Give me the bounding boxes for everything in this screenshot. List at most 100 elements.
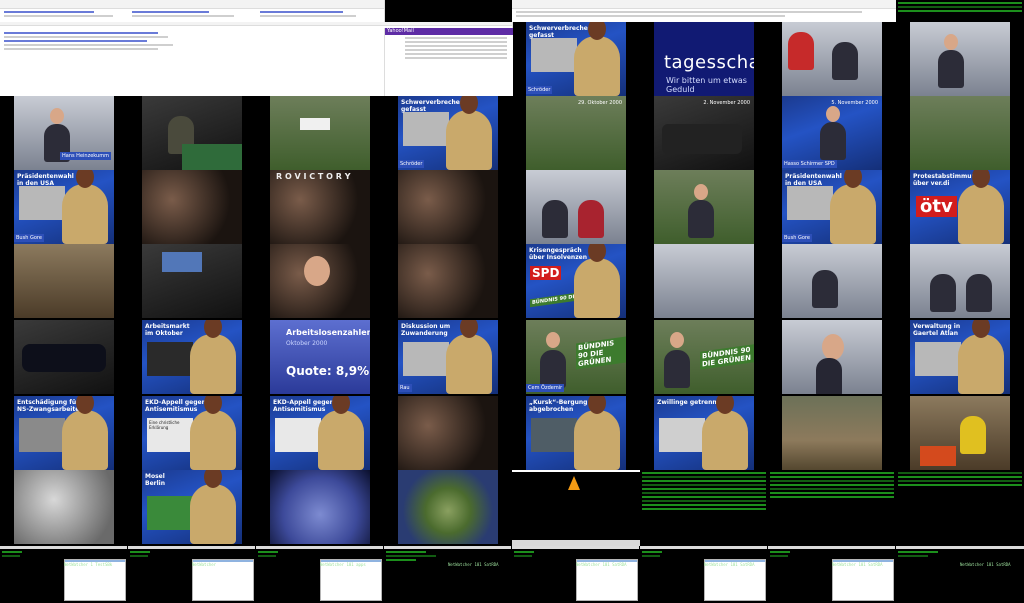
vlc-titlebar[interactable]	[512, 470, 640, 472]
video-frame-r2c3[interactable]	[270, 96, 370, 170]
video-frame-r2c5[interactable]: 29. Oktober 2000	[526, 96, 626, 170]
head	[822, 334, 844, 360]
terminal-window-c[interactable]	[896, 470, 1024, 546]
video-frame-r3c4[interactable]	[398, 170, 498, 244]
news-anchor	[958, 320, 1004, 394]
panel-title: NetWatcher 101 SatRDA	[448, 562, 499, 567]
browser-tab-row[interactable]	[0, 0, 128, 9]
video-frame-r7c2[interactable]: Mosel Berlin	[142, 470, 242, 544]
video-frame-r6c9[interactable]	[910, 396, 1010, 470]
tagesschau-logo: tagesschau	[664, 52, 754, 73]
police-car	[182, 144, 242, 170]
terminal-top-right[interactable]	[896, 0, 1024, 22]
desktop-thumbnail-4[interactable]: NetWatcher 101 SatRDA	[384, 546, 511, 603]
inset-photo	[403, 342, 449, 376]
person	[832, 42, 858, 80]
video-frame-r1c5[interactable]: tagesschau Wir bitten um etwas Geduld	[654, 22, 754, 96]
video-frame-r5c1[interactable]	[14, 320, 114, 394]
video-frame-r6c1[interactable]: Entschädigung für NS-Zwangsarbeiter	[14, 396, 114, 470]
yahoo-mail-panel[interactable]: Yahoo!Mail	[384, 28, 513, 96]
video-frame-r2c2[interactable]	[142, 96, 242, 170]
browser-tab-row[interactable]	[256, 0, 384, 9]
video-frame-r3c2[interactable]	[142, 170, 242, 244]
video-frame-r5c9[interactable]: Verwaltung in Gaertel Atlan	[910, 320, 1010, 394]
terminal-window-a[interactable]	[640, 470, 768, 546]
video-frame-r3c8[interactable]: Präsidentenwahl in den USA Bush Gore	[782, 170, 882, 244]
inset-photo	[915, 342, 961, 376]
video-frame-r3c3[interactable]: R O V I C T O R Y	[270, 170, 370, 244]
video-frame-r4c7[interactable]	[654, 244, 754, 318]
video-frame-r2c7[interactable]: 5. November 2000 Hasso Schirmer SPD	[782, 96, 882, 170]
video-frame-r4c8[interactable]	[782, 244, 882, 318]
desktop-thumbnail-8[interactable]: NetWatcher 101 SatRDA	[896, 546, 1024, 603]
inset-photo	[531, 38, 577, 72]
video-frame-r4c3[interactable]	[270, 244, 370, 318]
video-frame-r5c6[interactable]: BÜNDNIS 90 DIE GRÜNEN	[654, 320, 754, 394]
lower-third: Schröder	[398, 160, 425, 168]
browser-window-3[interactable]	[256, 0, 385, 22]
video-frame-r1c4[interactable]: Schwerverbrecher gefasst Schröder	[526, 22, 626, 96]
video-frame-r6c3[interactable]: EKD-Appell gegen Antisemitismus	[270, 396, 370, 470]
date-label: 5. November 2000	[831, 100, 878, 106]
inset-photo	[403, 112, 449, 146]
car	[22, 344, 106, 372]
video-frame-r1c7[interactable]	[910, 22, 1010, 96]
video-frame-r5c5[interactable]: BÜNDNIS 90 DIE GRÜNEN Cem Özdemir	[526, 320, 626, 394]
inset-photo	[147, 496, 193, 530]
frame-caption: Schwerverbrecher gefasst	[529, 25, 591, 39]
otv-logo: ötv	[916, 196, 957, 217]
desktop-thumbnail-5[interactable]: NetWatcher 101 SatRDA	[512, 546, 639, 603]
frame-caption: Verwaltung in Gaertel Atlan	[913, 323, 961, 337]
person	[578, 200, 604, 238]
desktop-thumbnail-7[interactable]: NetWatcher 101 SatRDA	[768, 546, 895, 603]
person	[816, 358, 842, 394]
video-frame-r7c1[interactable]	[14, 470, 114, 544]
vlc-player-window[interactable]	[512, 470, 640, 546]
video-frame-r5c2[interactable]: Arbeitsmarkt im Oktober	[142, 320, 242, 394]
browser-window-main[interactable]: Yahoo!Mail	[0, 22, 513, 96]
video-frame-r3c6[interactable]	[654, 170, 754, 244]
terminal-window-b[interactable]	[768, 470, 896, 546]
desktop-thumbnail-6[interactable]: NetWatcher 101 SatRDA	[640, 546, 767, 603]
video-frame-r3c1[interactable]: Präsidentenwahl in den USA Bush Gore	[14, 170, 114, 244]
graphic-subtitle: Oktober 2000	[286, 340, 328, 347]
video-frame-r6c4[interactable]	[398, 396, 498, 470]
video-frame-r1c6[interactable]	[782, 22, 882, 96]
video-frame-r4c4[interactable]	[398, 244, 498, 318]
person	[820, 122, 846, 160]
head	[304, 256, 330, 286]
video-frame-r2c4[interactable]: Schwerverbrecher gefasst Schröder	[398, 96, 498, 170]
browser-window-4[interactable]	[512, 0, 897, 22]
head	[50, 108, 64, 124]
video-frame-r6c2[interactable]: EKD-Appell gegen Antisemitismus Eine chr…	[142, 396, 242, 470]
browser-tab-row[interactable]	[128, 0, 256, 9]
tagesschau-subtitle: Wir bitten um etwas Geduld	[666, 76, 747, 94]
news-anchor	[702, 396, 748, 470]
browser-window-2[interactable]	[128, 0, 257, 22]
video-frame-r6c6[interactable]: Zwillinge getrennt	[654, 396, 754, 470]
video-frame-r3c9[interactable]: Protestabstimmung über ver.di ötv	[910, 170, 1010, 244]
video-frame-r4c9[interactable]	[910, 244, 1010, 318]
browser-window-1[interactable]	[0, 0, 129, 22]
video-frame-r6c8[interactable]	[782, 396, 882, 470]
video-frame-r2c8[interactable]	[910, 96, 1010, 170]
desktop-thumbnail-1[interactable]: NetWatcher 1 TestSBk	[0, 546, 127, 603]
browser-tab-row[interactable]	[0, 22, 512, 26]
video-frame-r2c1[interactable]: Hans Heinzekumm	[14, 96, 114, 170]
video-frame-r5c3[interactable]: Arbeitslosenzahlen Oktober 2000 Quote: 8…	[270, 320, 370, 394]
video-frame-r4c1[interactable]	[14, 244, 114, 318]
video-frame-r4c6[interactable]: Krisengespräch über Insolvenzen SPD BÜND…	[526, 244, 626, 318]
video-frame-r5c4[interactable]: Diskussion um Zuwanderung Rau	[398, 320, 498, 394]
video-frame-r6c5[interactable]: „Kursk“-Bergung abgebrochen	[526, 396, 626, 470]
video-frame-r2c6[interactable]: 2. November 2000	[654, 96, 754, 170]
desktop-thumbnail-2[interactable]: NetWatcher	[128, 546, 255, 603]
video-frame-r3c5[interactable]	[526, 170, 626, 244]
video-frame-r7c3[interactable]	[270, 470, 370, 544]
desktop-thumbnail-3[interactable]: NetWatcher 101 apps	[256, 546, 383, 603]
yahoo-header: Yahoo!Mail	[385, 28, 513, 35]
panel-title: NetWatcher 101 SatRDA	[576, 562, 627, 567]
video-frame-r5c8[interactable]	[782, 320, 882, 394]
video-frame-r4c2[interactable]	[142, 244, 242, 318]
video-frame-r7c4[interactable]	[398, 470, 498, 544]
browser-tab-row[interactable]	[512, 0, 896, 9]
